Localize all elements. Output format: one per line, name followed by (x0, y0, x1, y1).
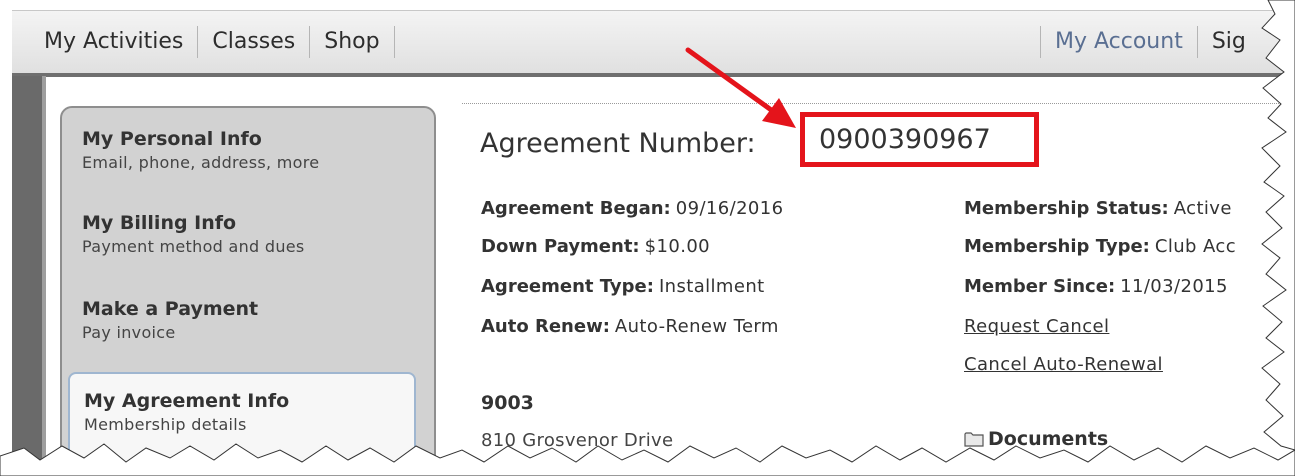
field-label: Membership Type: (964, 236, 1150, 257)
sidebar-item-subtitle: Membership details (84, 415, 247, 434)
field-membership-status: Membership Status: Active (964, 198, 1232, 219)
nav-shop[interactable]: Shop (310, 26, 395, 58)
field-label: Agreement Began: (481, 198, 671, 219)
field-agreement-began: Agreement Began: 09/16/2016 (481, 198, 783, 219)
documents-link[interactable]: Documents (964, 428, 1108, 450)
cancel-auto-renewal-link[interactable]: Cancel Auto-Renewal (964, 354, 1163, 375)
documents-label: Documents (988, 428, 1109, 450)
agreement-heading: Agreement Number: (480, 128, 756, 159)
sidebar-item-billing-info[interactable]: My Billing Info Payment method and dues (82, 212, 305, 256)
sidebar-item-make-payment[interactable]: Make a Payment Pay invoice (82, 298, 258, 342)
field-value: Auto-Renew Term (614, 316, 779, 337)
sidebar-item-title: My Agreement Info (84, 390, 290, 412)
primary-nav: My Activities Classes Shop (32, 11, 395, 73)
sidebar-item-title: My Personal Info (82, 128, 262, 150)
left-edge-shadow (42, 76, 46, 476)
field-label: Down Payment: (481, 236, 640, 257)
club-address: 810 Grosvenor Drive (481, 430, 674, 451)
sidebar-item-agreement-info[interactable]: My Agreement Info Membership details (68, 372, 416, 476)
sidebar-item-subtitle: Email, phone, address, more (82, 153, 320, 172)
left-edge-strip (12, 76, 42, 476)
field-value: $10.00 (644, 236, 711, 257)
field-value: 11/03/2015 (1120, 276, 1228, 297)
sidebar-item-personal-info[interactable]: My Personal Info Email, phone, address, … (82, 128, 319, 172)
nav-classes[interactable]: Classes (198, 26, 311, 58)
field-value: 09/16/2016 (675, 198, 784, 219)
sidebar-item-title: My Billing Info (82, 212, 237, 234)
field-member-since: Member Since: 11/03/2015 (964, 276, 1228, 297)
field-label: Member Since: (964, 276, 1116, 297)
account-nav: My Account Sig (1040, 11, 1260, 73)
nav-sign-out[interactable]: Sig (1198, 26, 1260, 58)
sidebar-item-title: Make a Payment (82, 298, 259, 320)
agreement-number-highlight: 0900390967 (800, 112, 1039, 167)
field-label: Agreement Type: (481, 276, 654, 297)
screenshot-frame: My Activities Classes Shop My Account Si… (0, 0, 1295, 476)
field-auto-renew: Auto Renew: Auto-Renew Term (481, 316, 779, 337)
agreement-number: 0900390967 (819, 124, 991, 155)
club-number: 9003 (481, 392, 534, 414)
field-label: Auto Renew: (481, 316, 610, 337)
field-value: Installment (658, 276, 765, 297)
section-divider (462, 103, 1295, 104)
nav-my-account[interactable]: My Account (1040, 26, 1198, 58)
field-down-payment: Down Payment: $10.00 (481, 236, 710, 257)
sidebar-item-subtitle: Payment method and dues (82, 237, 305, 256)
request-cancel-link[interactable]: Request Cancel (964, 316, 1109, 337)
sidebar-item-subtitle: Pay invoice (82, 323, 176, 342)
folder-icon (964, 432, 984, 447)
nav-my-activities[interactable]: My Activities (32, 26, 199, 58)
top-nav-bar: My Activities Classes Shop My Account Si… (12, 10, 1295, 77)
account-side-menu: My Personal Info Email, phone, address, … (60, 106, 436, 476)
agreement-heading-label: Agreement Number (480, 128, 747, 159)
field-value: Club Acc (1154, 236, 1236, 257)
field-agreement-type: Agreement Type: Installment (481, 276, 765, 297)
field-label: Membership Status: (964, 198, 1169, 219)
field-membership-type: Membership Type: Club Acc (964, 236, 1236, 257)
field-value: Active (1173, 198, 1232, 219)
